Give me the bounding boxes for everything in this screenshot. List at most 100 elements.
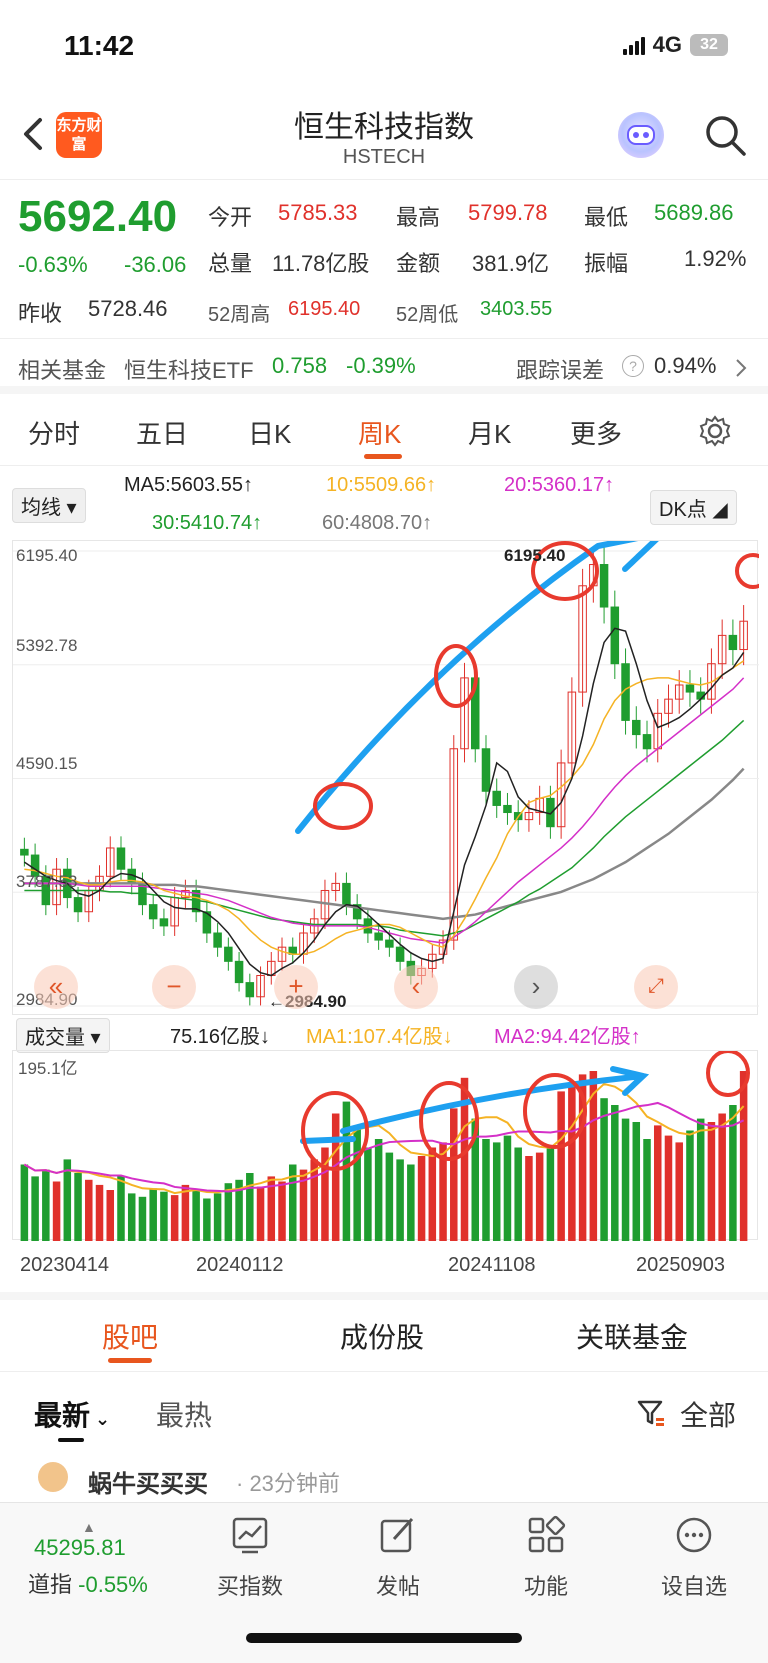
volume-label: 总量 (208, 251, 253, 276)
wk52-high-value: 6195.40 (288, 298, 361, 320)
dk-point-button[interactable]: DK点 ◢ (650, 490, 737, 525)
volume-bar (52, 1181, 61, 1241)
volume-bar (95, 1184, 104, 1241)
post-label: 发帖 (375, 1574, 420, 1599)
fast-backward-button[interactable]: « (34, 965, 78, 1009)
volume-bar (739, 1071, 748, 1241)
buy-index-button[interactable]: 买指数 (200, 1515, 300, 1601)
change-value: -36.06 (124, 252, 187, 277)
volume-legend: 成交量 ▾ 75.16亿股↓ MA1:107.4亿股↓ MA2:94.42亿股↑ (0, 1018, 768, 1054)
filter-icon[interactable] (636, 1398, 666, 1428)
search-icon[interactable] (702, 112, 748, 158)
volume-bar (546, 1147, 555, 1241)
tab-more[interactable]: 更多 (570, 414, 622, 451)
volume-bar (514, 1147, 522, 1241)
high-value: 5799.78 (468, 200, 548, 225)
post-preview[interactable]: 蜗牛买买买 · 23分钟前 (0, 1460, 768, 1500)
volume-bar (181, 1184, 190, 1241)
volume-value: 11.78亿股 (272, 251, 370, 276)
volume-chart[interactable] (12, 1049, 758, 1241)
volume-bar (192, 1190, 200, 1241)
candle (73, 897, 83, 913)
related-fund-bar[interactable]: 相关基金 恒生科技ETF 0.758 -0.39% 跟踪误差 ? 0.94% (0, 338, 768, 394)
zoom-out-button[interactable]: − (152, 965, 196, 1009)
volume-bar (85, 1179, 93, 1241)
candle (148, 904, 158, 920)
sort-latest[interactable]: 最新 ⌄ (34, 1394, 110, 1434)
zoom-in-button[interactable]: + (274, 965, 318, 1009)
tab-related-funds[interactable]: 关联基金 (576, 1316, 688, 1356)
gear-icon[interactable] (698, 414, 732, 448)
index-name: 道指 (28, 1572, 73, 1597)
fullscreen-icon[interactable]: ⤢ (634, 965, 678, 1009)
filter-all[interactable]: 全部 (680, 1394, 736, 1434)
candle (385, 939, 394, 948)
open-label: 今开 (208, 205, 253, 230)
tab-daily-k[interactable]: 日K (248, 414, 291, 451)
avatar[interactable] (38, 1462, 68, 1492)
network-label: 4G (652, 32, 682, 57)
scroll-right-button[interactable]: › (514, 965, 558, 1009)
prev-close-value: 5728.46 (88, 296, 168, 321)
volume-bar (664, 1135, 673, 1241)
post-username[interactable]: 蜗牛买买买 (88, 1464, 208, 1499)
volume-bar (396, 1159, 404, 1241)
low-label: 最低 (584, 205, 629, 230)
post-button[interactable]: 发帖 (348, 1515, 448, 1601)
functions-button[interactable]: 功能 (496, 1515, 596, 1601)
tab-intraday[interactable]: 分时 (28, 414, 80, 451)
add-watchlist-button[interactable]: 设自选 (644, 1515, 744, 1601)
volume-bar (203, 1198, 211, 1241)
tab-weekly-k[interactable]: 周K (358, 414, 401, 451)
sort-hot[interactable]: 最热 (156, 1394, 212, 1434)
tracking-label: 跟踪误差 (516, 358, 605, 383)
candle (342, 882, 351, 906)
ma30-value: 30:5410.74↑ (152, 512, 263, 534)
tab-monthly-k[interactable]: 月K (468, 414, 511, 451)
volume-bar (42, 1169, 50, 1241)
scroll-left-button[interactable]: ‹ (394, 965, 438, 1009)
edit-icon (380, 1517, 414, 1553)
tab-five-day[interactable]: 五日 (136, 414, 188, 451)
kline-chart[interactable] (12, 530, 768, 1015)
volume-bar (407, 1164, 415, 1241)
tab-constituents[interactable]: 成份股 (340, 1316, 424, 1356)
fund-name: 恒生科技ETF (124, 358, 254, 383)
ma-legend: 均线 ▾ MA5:5603.55↑ 10:5509.66↑ 20:5360.17… (0, 472, 768, 542)
ma5-line (23, 627, 745, 977)
home-indicator (246, 1633, 522, 1643)
candle (610, 606, 620, 665)
candle (599, 564, 609, 608)
tab-stock-bar[interactable]: 股吧 (102, 1316, 158, 1356)
date-tick: 20230414 (20, 1254, 109, 1276)
index-change: -0.55% (78, 1572, 148, 1597)
filter-row: 最新 ⌄ 最热 全部 (0, 1380, 768, 1450)
fund-price: 0.758 (272, 353, 328, 378)
section-divider (0, 1292, 768, 1300)
low-value: 5689.86 (654, 200, 734, 225)
high-label: 最高 (396, 205, 441, 230)
volume-bar (653, 1125, 662, 1241)
index-ticker[interactable]: ▲ 45295.81 道指 -0.55% (28, 1519, 148, 1599)
volume-bar (600, 1098, 608, 1241)
volume-bar (385, 1152, 394, 1241)
volume-bar (503, 1135, 512, 1241)
y-tick-label: 6195.40 (16, 546, 78, 565)
assistant-robot-icon[interactable] (618, 112, 664, 158)
volume-selector[interactable]: 成交量 ▾ (16, 1018, 110, 1053)
ma-selector[interactable]: 均线 ▾ (12, 488, 86, 523)
high-marker-label: 6195.40 (504, 546, 566, 565)
chevron-right-icon (736, 359, 747, 377)
volume-bar (450, 1108, 458, 1241)
change-percent: -0.63% (18, 252, 88, 277)
kline-svg (13, 530, 768, 1007)
candle (374, 932, 383, 941)
volume-bar (621, 1118, 630, 1241)
volume-bar (417, 1156, 426, 1241)
sort-latest-label: 最新 (34, 1400, 91, 1431)
help-icon[interactable]: ? (622, 355, 644, 377)
volume-bar (492, 1142, 501, 1241)
date-tick: 20241108 (448, 1254, 536, 1276)
volume-bar (74, 1173, 82, 1241)
date-tick: 20250903 (636, 1254, 725, 1276)
